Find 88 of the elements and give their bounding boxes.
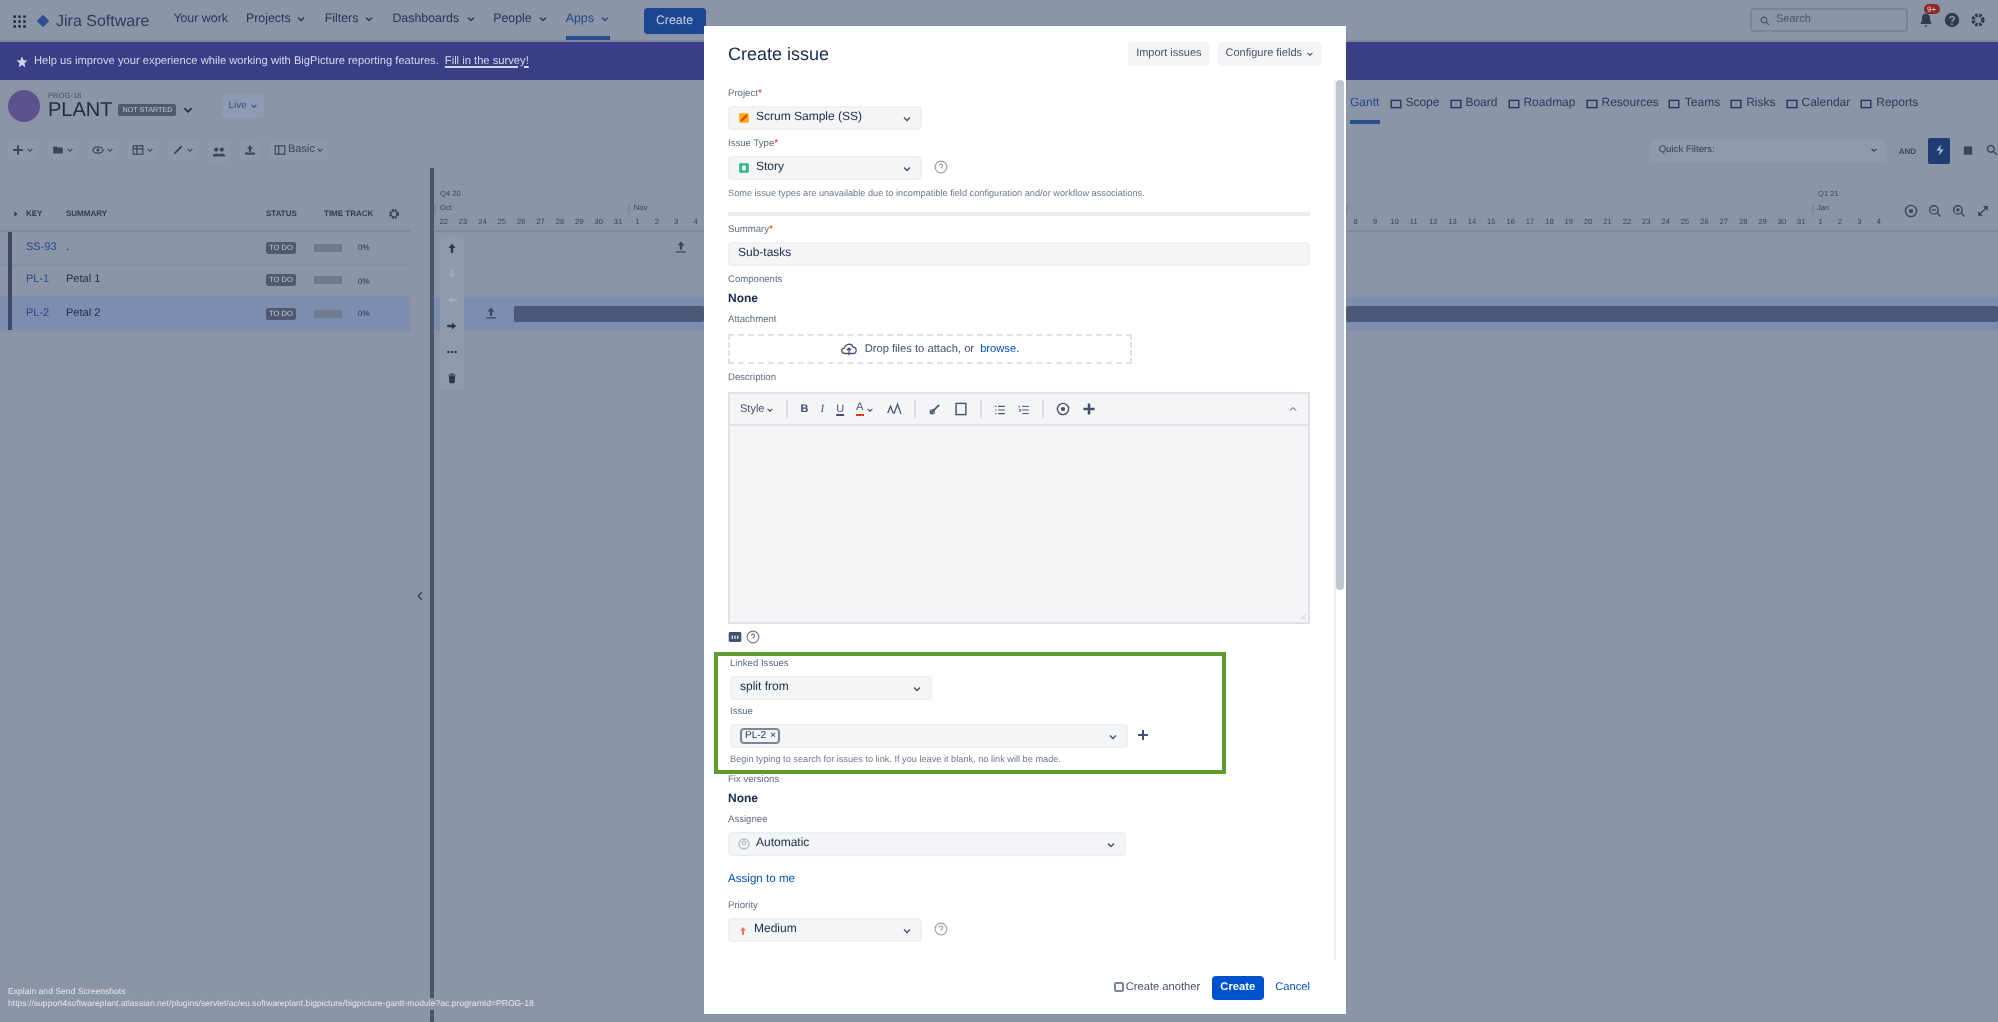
- plus-icon: [1136, 727, 1150, 741]
- checkbox[interactable]: [1113, 982, 1124, 992]
- eye-button[interactable]: [88, 140, 118, 160]
- chevron-down-icon: [1870, 146, 1879, 154]
- chevron-down-icon: [146, 146, 154, 154]
- zoom-in-icon: [1952, 204, 1966, 218]
- collapse-icon: [1288, 404, 1298, 414]
- chevron-down-icon: [1108, 731, 1118, 741]
- tab-icon: [1389, 98, 1402, 110]
- bell-icon: [1918, 12, 1934, 28]
- help-icon: [1944, 12, 1960, 28]
- chevron-left-icon: [414, 589, 426, 601]
- table-icon: [132, 144, 144, 156]
- product-name: Jira Software: [56, 11, 150, 29]
- tab-icon: [1507, 98, 1520, 110]
- help-icon: [746, 630, 760, 644]
- settings-icon: [388, 207, 400, 219]
- milestone-icon: [674, 240, 688, 254]
- chevron-down-icon: [316, 146, 325, 154]
- program-avatar: [8, 90, 40, 122]
- scrollbar[interactable]: [1334, 80, 1344, 960]
- people-icon: [212, 143, 226, 157]
- chevron-down-icon: [1106, 839, 1116, 849]
- trash-icon: [446, 372, 458, 384]
- project-icon: [738, 112, 750, 124]
- link-button[interactable]: [168, 140, 198, 160]
- columns-button[interactable]: [128, 140, 158, 160]
- people-button[interactable]: [208, 139, 230, 161]
- markup-icon: [728, 630, 742, 644]
- plus-icon: [12, 144, 24, 156]
- chevron-down-icon: [182, 104, 195, 116]
- target-icon: [1904, 204, 1918, 218]
- more-icon: [446, 346, 458, 358]
- chevron-down-icon: [865, 405, 874, 413]
- plus-icon: [1081, 402, 1096, 416]
- search-icon: [1760, 15, 1770, 25]
- chevron-down-icon: [1306, 49, 1314, 57]
- tab-icon: [1785, 98, 1798, 110]
- chevron-down-icon: [902, 925, 912, 935]
- arrow-up-icon: [738, 925, 748, 935]
- panel-icon: [274, 144, 286, 156]
- settings-icon: [1970, 12, 1986, 28]
- dialog-title: Create issue: [728, 43, 830, 63]
- chevron-down-icon: [912, 683, 922, 693]
- arrow-right-icon: [446, 320, 458, 332]
- tab-icon: [1585, 98, 1598, 110]
- bullet-list-icon: [993, 403, 1006, 415]
- chevron-down-icon: [186, 146, 194, 154]
- program-name: PLANT: [48, 99, 113, 121]
- lightning-button[interactable]: [1928, 137, 1950, 163]
- zoom-out-icon: [1928, 204, 1942, 218]
- link-icon: [927, 402, 942, 416]
- chevron-down-icon: [250, 102, 259, 110]
- emoji-icon: [1055, 402, 1070, 416]
- export-button[interactable]: [240, 140, 260, 160]
- app-grid-icon: [12, 13, 26, 27]
- tab-icon: [1730, 98, 1743, 110]
- milestone-icon: [484, 306, 498, 320]
- upload-icon: [244, 144, 256, 156]
- arrow-up-icon: [446, 242, 458, 254]
- tab-icon: [1668, 98, 1681, 110]
- help-icon: [934, 159, 948, 173]
- expand-arrows-icon: [1976, 204, 1990, 218]
- lightning-icon: [1933, 144, 1945, 156]
- chevron-down-icon: [766, 405, 775, 413]
- cloud-upload-icon: [840, 340, 859, 358]
- image-icon: [953, 402, 968, 416]
- help-icon: [934, 921, 948, 935]
- tab-icon: [1860, 98, 1873, 110]
- chevron-down-icon: [66, 146, 74, 154]
- star-icon: [16, 55, 28, 67]
- user-icon: [738, 838, 750, 850]
- search-icon: [1986, 144, 1998, 156]
- numbered-list-icon: [1017, 403, 1030, 415]
- text-size-icon: [885, 402, 902, 416]
- folder-button[interactable]: [48, 140, 78, 160]
- diamond-logo-icon: [36, 13, 50, 27]
- eye-icon: [92, 144, 104, 156]
- chevron-down-icon: [106, 146, 114, 154]
- chevron-down-icon: [26, 146, 34, 154]
- tab-icon: [1449, 98, 1462, 110]
- story-icon: [738, 162, 750, 174]
- add-button[interactable]: [8, 140, 38, 160]
- chevron-down-icon: [902, 163, 912, 173]
- link-icon: [172, 144, 184, 156]
- chevron-down-icon: [902, 113, 912, 123]
- folder-icon: [52, 144, 64, 156]
- calendar-icon: [1962, 144, 1974, 156]
